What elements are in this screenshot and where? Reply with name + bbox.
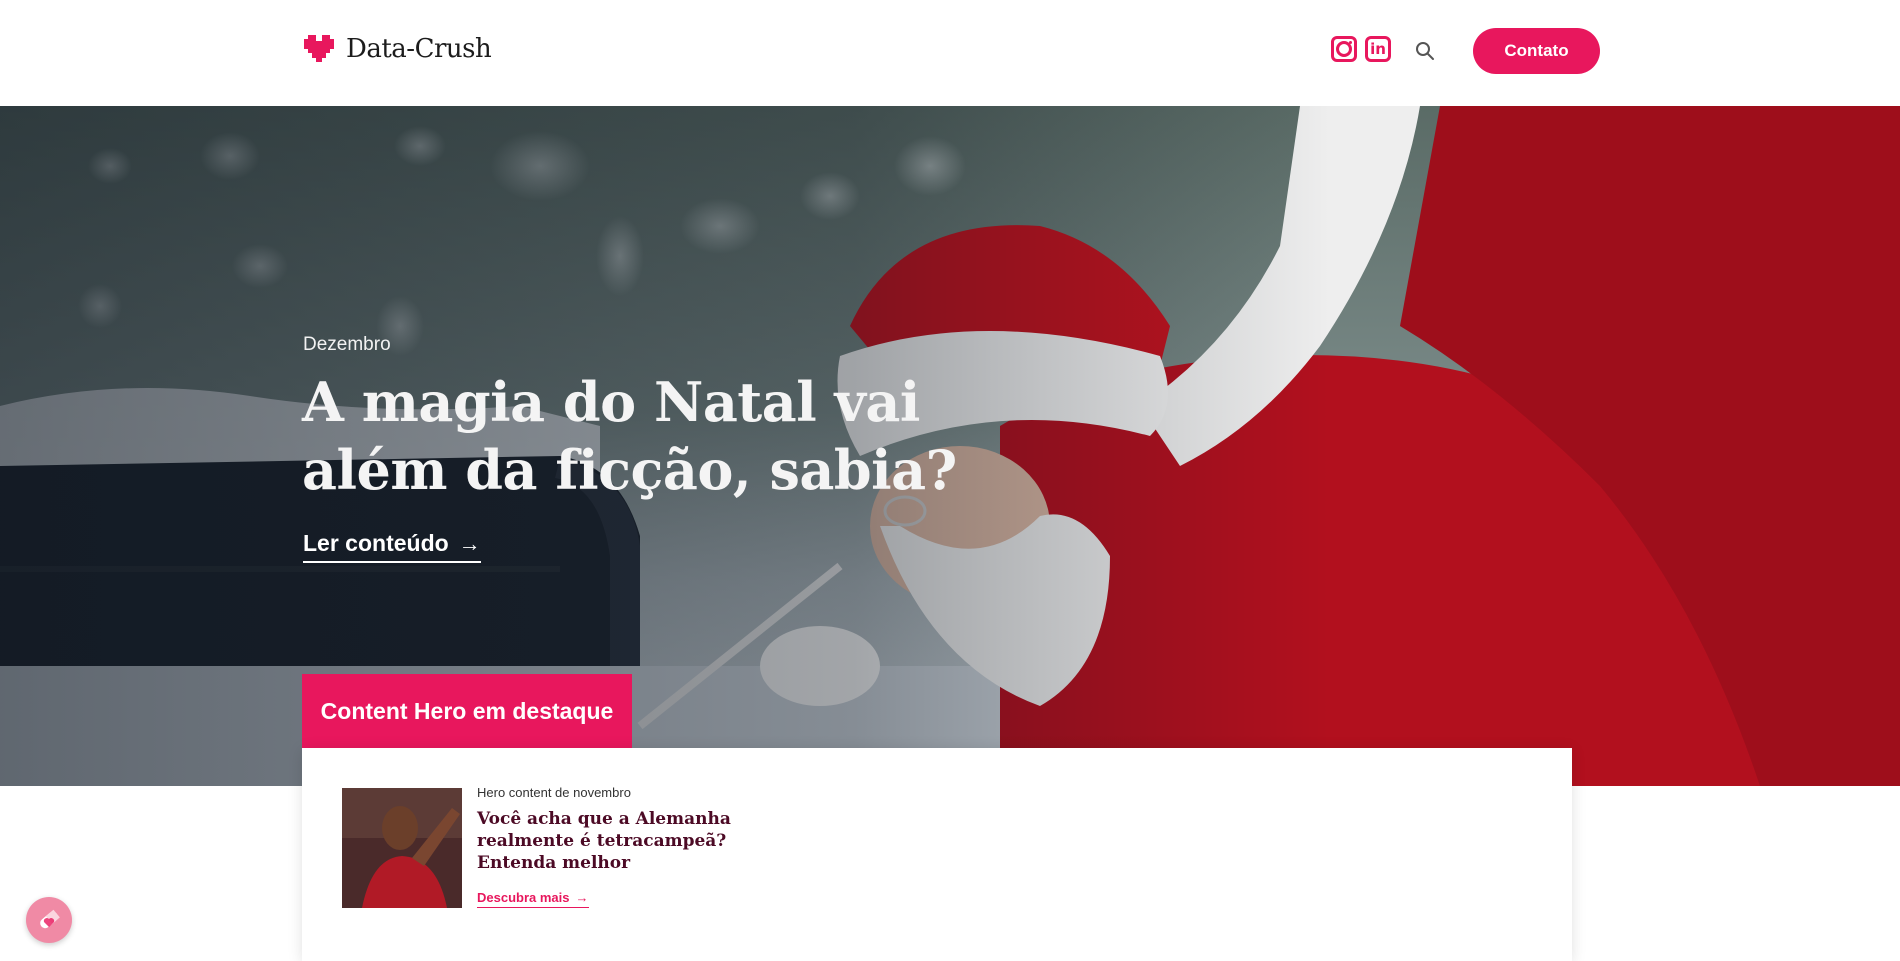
pill-icon: [40, 909, 60, 929]
heart-pixel-icon: [304, 35, 334, 62]
search-icon[interactable]: [1415, 41, 1435, 61]
read-content-link[interactable]: Ler conteúdo →: [303, 530, 481, 563]
social-links: in: [1331, 36, 1391, 62]
brand-name: Data-Crush: [346, 34, 492, 64]
card-title[interactable]: Você acha que a Alemanha realmente é tet…: [477, 808, 777, 874]
site-header: Data-Crush in Contato: [0, 0, 1900, 106]
read-content-label: Ler conteúdo: [303, 530, 449, 556]
discover-more-link[interactable]: Descubra mais →: [477, 890, 589, 908]
contact-button[interactable]: Contato: [1473, 28, 1600, 74]
pill-heart-icon[interactable]: [26, 897, 72, 943]
featured-card: Hero content de novembro Você acha que a…: [302, 748, 1572, 961]
linkedin-glyph: in: [1370, 39, 1386, 58]
linkedin-icon[interactable]: in: [1365, 36, 1391, 62]
hero-title: A magia do Natal vai além da ficção, sab…: [302, 370, 957, 502]
card-overline: Hero content de novembro: [477, 785, 631, 800]
instagram-icon[interactable]: [1331, 36, 1357, 62]
hero-banner: Dezembro A magia do Natal vai além da fi…: [0, 106, 1900, 786]
brand-logo[interactable]: Data-Crush: [302, 34, 492, 64]
hero-label: Dezembro: [303, 334, 391, 355]
arrow-right-icon: →: [575, 890, 589, 905]
card-thumbnail-image: [342, 788, 462, 908]
featured-tab: Content Hero em destaque: [302, 674, 632, 748]
discover-more-label: Descubra mais: [477, 890, 570, 905]
arrow-right-icon: →: [458, 530, 481, 556]
